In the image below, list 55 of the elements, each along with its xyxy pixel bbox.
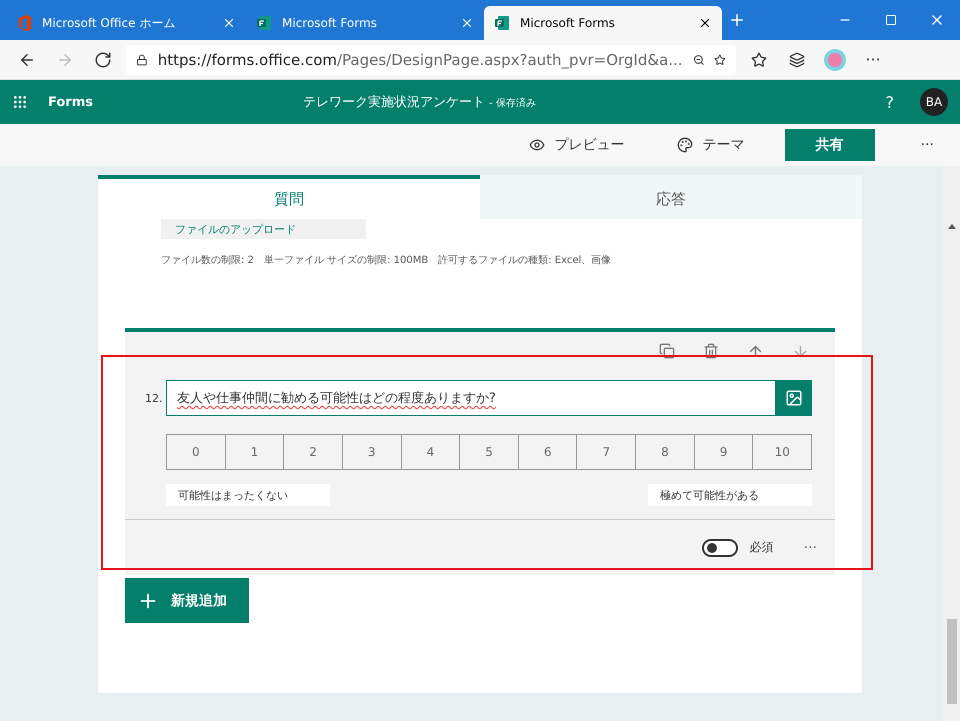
scrollbar[interactable] (943, 166, 960, 721)
eye-icon (528, 137, 545, 153)
required-toggle[interactable] (702, 538, 738, 556)
favorites-icon[interactable] (751, 52, 767, 68)
new-tab-icon[interactable] (728, 11, 746, 29)
address-bar[interactable]: https://forms.office.com/Pages/DesignPage.aspx?auth_pvr=OrgId&a... (126, 44, 736, 74)
browser-tab[interactable]: Microsoft Forms (246, 6, 484, 40)
forms-logo-icon (256, 15, 272, 31)
rating-option[interactable]: 7 (576, 435, 636, 469)
close-icon[interactable] (698, 16, 712, 30)
maximize-icon[interactable] (885, 14, 897, 26)
rating-option[interactable]: 8 (635, 435, 694, 469)
rating-option[interactable]: 9 (694, 435, 752, 469)
office-logo-icon (18, 15, 32, 31)
rating-option[interactable]: 0 (167, 435, 225, 469)
rating-option[interactable]: 2 (283, 435, 342, 469)
app-launcher-icon[interactable] (12, 94, 28, 110)
star-icon[interactable] (714, 52, 726, 68)
more-button[interactable]: ··· (914, 136, 940, 154)
rating-option[interactable]: 10 (752, 435, 812, 469)
help-button[interactable]: ? (886, 92, 894, 112)
image-icon (785, 389, 803, 407)
more-button[interactable]: ··· (804, 540, 817, 556)
save-status: - 保存済み (489, 96, 536, 110)
theme-button[interactable]: テーマ (670, 135, 751, 155)
add-new-button[interactable]: 新規追加 (125, 578, 249, 623)
rating-option[interactable]: 5 (459, 435, 518, 469)
upload-button[interactable]: ファイルのアップロード (161, 219, 366, 239)
high-label-field[interactable]: 極めて可能性がある (648, 484, 812, 506)
share-button[interactable]: 共有 (784, 129, 875, 161)
rating-option[interactable]: 3 (342, 435, 401, 469)
profile-avatar[interactable] (824, 48, 846, 70)
app-name[interactable]: Forms (48, 94, 303, 110)
delete-icon[interactable] (703, 343, 719, 359)
palette-icon (676, 137, 693, 153)
browser-menu-button[interactable]: ··· (858, 50, 888, 69)
copy-icon[interactable] (659, 343, 675, 359)
question-title-field[interactable]: 友人や仕事仲間に勧める可能性はどの程度ありますか? (166, 380, 776, 416)
forms-logo-icon (494, 15, 510, 31)
form-title: テレワーク実施状況アンケート (303, 94, 485, 111)
form-tab[interactable]: 応答 (480, 175, 862, 219)
required-label: 必須 (750, 539, 774, 556)
refresh-icon[interactable] (94, 50, 112, 68)
browser-tab[interactable]: Microsoft Office ホーム (8, 6, 246, 40)
rating-option[interactable]: 6 (518, 435, 576, 469)
low-label-field[interactable]: 可能性はまったくない (166, 484, 330, 506)
rating-option[interactable]: 4 (400, 435, 460, 469)
browser-tab[interactable]: Microsoft Forms (484, 6, 722, 40)
lock-icon (136, 52, 148, 68)
rating-option[interactable]: 1 (224, 435, 284, 469)
user-avatar[interactable]: BA (920, 88, 948, 116)
upload-limits: ファイル数の制限: 2 単一ファイル サイズの制限: 100MB 許可するファイルの種類: Excel、画像 (161, 254, 612, 267)
preview-button[interactable]: プレビュー (522, 135, 631, 155)
insert-image-button[interactable] (776, 380, 812, 416)
question-number: 12. (145, 392, 164, 404)
